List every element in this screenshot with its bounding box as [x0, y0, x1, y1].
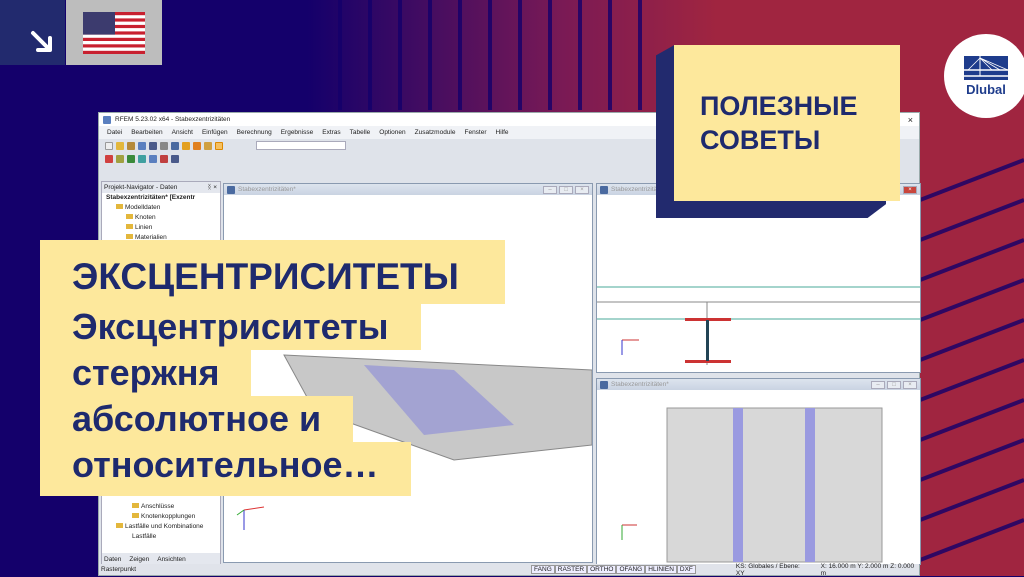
toggle-hlinien[interactable]: HLINIEN	[645, 565, 677, 574]
article-subtitle-line: относительное…	[40, 442, 411, 496]
tree-lastfaelle[interactable]: Lastfälle	[102, 532, 203, 542]
app-icon	[103, 115, 111, 124]
section-canvas	[597, 286, 920, 365]
tip-line-2: СОВЕТЫ	[700, 125, 821, 155]
maximize-button[interactable]: □	[559, 185, 573, 194]
preview-icon[interactable]	[160, 141, 168, 150]
results-icon[interactable]	[204, 141, 212, 150]
dlubal-wordmark: Dlubal	[966, 81, 1006, 97]
article-title-block: ЭКСЦЕНТРИСИТЕТЫ Эксцентриситеты стержня …	[40, 240, 505, 496]
minimize-button[interactable]: –	[543, 185, 557, 194]
display-icon[interactable]	[171, 154, 179, 163]
dlubal-bridge-icon	[964, 55, 1008, 80]
tree-lastfaelle-kombinationen[interactable]: Lastfälle und Kombinatione	[102, 522, 203, 532]
menu-tabelle[interactable]: Tabelle	[350, 129, 371, 136]
tab-daten[interactable]: Daten	[104, 556, 121, 563]
toggle-raster[interactable]: RASTER	[554, 565, 588, 574]
toggle-ortho[interactable]: ORTHO	[587, 565, 617, 574]
menu-fenster[interactable]: Fenster	[464, 129, 486, 136]
navigator-pin-close[interactable]: ᛝ ×	[207, 184, 217, 191]
undo-icon[interactable]	[171, 141, 179, 150]
arrow-down-right-icon	[31, 31, 52, 52]
tree-knoten[interactable]: Knoten	[102, 213, 220, 223]
coordinate-system: KS: Globales / Ebene: XY	[735, 562, 800, 577]
navigator-title: Projekt-Navigator - Daten	[104, 184, 178, 191]
close-window-button[interactable]: ×	[908, 115, 913, 125]
close-button[interactable]: ×	[903, 380, 917, 389]
menu-ergebnisse[interactable]: Ergebnisse	[281, 129, 314, 136]
menu-berechnung[interactable]: Berechnung	[237, 129, 272, 136]
tree-linien[interactable]: Linien	[102, 223, 220, 233]
minimize-button[interactable]: –	[871, 380, 885, 389]
menu-zusatzmodule[interactable]: Zusatzmodule	[415, 129, 456, 136]
cursor-coordinates: X: 16.000 m Y: 2.000 m Z: 0.000 m	[820, 562, 915, 577]
view-icon[interactable]	[215, 141, 223, 150]
menu-bearbeiten[interactable]: Bearbeiten	[131, 129, 162, 136]
article-subtitle-line: стержня	[40, 350, 252, 396]
window-title: RFEM 5.23.02 x64 - Stabexzentrizitäten	[115, 116, 231, 123]
calc-icon[interactable]	[193, 141, 201, 150]
status-text: Rasterpunkt	[101, 566, 137, 573]
node-icon[interactable]	[105, 154, 113, 163]
maximize-button[interactable]: □	[887, 380, 901, 389]
surface-icon[interactable]	[138, 154, 146, 163]
close-button[interactable]: ×	[903, 185, 917, 194]
tree-anschluesse[interactable]: Anschlüsse	[102, 502, 203, 512]
print-icon[interactable]	[127, 141, 135, 150]
menu-optionen[interactable]: Optionen	[379, 129, 405, 136]
view-title: Stabexzentrizitäten*	[611, 381, 669, 388]
member-icon[interactable]	[127, 154, 135, 163]
dlubal-logo[interactable]: Dlubal	[944, 34, 1024, 118]
tip-line-1: ПОЛЕЗНЫЕ	[700, 91, 858, 121]
menu-datei[interactable]: Datei	[107, 129, 122, 136]
language-us-button[interactable]	[66, 0, 162, 65]
loadcase-select[interactable]	[256, 141, 346, 150]
view-top[interactable]: Stabexzentrizitäten* – □ ×	[596, 378, 921, 565]
view-icon	[227, 185, 235, 194]
toggle-fang[interactable]: FANG	[531, 565, 555, 574]
open-icon[interactable]	[116, 141, 124, 150]
view-title: Stabexzentrizitäten*	[238, 186, 296, 193]
article-subtitle-line: Эксцентриситеты	[40, 304, 421, 350]
new-icon[interactable]	[105, 141, 113, 150]
tree-modelldaten[interactable]: Modelldaten	[102, 203, 220, 213]
menu-hilfe[interactable]: Hilfe	[496, 129, 509, 136]
edit-icon[interactable]	[182, 141, 190, 150]
save-as-icon[interactable]	[149, 141, 157, 150]
view-icon	[600, 380, 608, 389]
save-icon[interactable]	[138, 141, 146, 150]
article-subtitle-line: абсолютное и	[40, 396, 354, 442]
tree-knotenkopplungen[interactable]: Knotenkopplungen	[102, 512, 203, 522]
tab-ansichten[interactable]: Ansichten	[157, 556, 186, 563]
menu-ansicht[interactable]: Ansicht	[172, 129, 193, 136]
status-bar: Rasterpunkt FANG RASTER ORTHO OFANG HLIN…	[99, 562, 919, 577]
support-icon[interactable]	[149, 154, 157, 163]
tree-root[interactable]: Stabexzentrizitäten* [Exzentr	[102, 193, 220, 203]
back-arrow-button[interactable]	[0, 0, 65, 65]
top-view-canvas	[621, 407, 883, 563]
menu-extras[interactable]: Extras	[322, 129, 340, 136]
us-flag-icon	[83, 11, 145, 54]
menu-einfuegen[interactable]: Einfügen	[202, 129, 228, 136]
line-icon[interactable]	[116, 154, 124, 163]
article-heading: ЭКСЦЕНТРИСИТЕТЫ	[40, 240, 505, 304]
tab-zeigen[interactable]: Zeigen	[129, 556, 149, 563]
tip-badge: ПОЛЕЗНЫЕ СОВЕТЫ	[674, 45, 900, 201]
view-icon	[600, 185, 608, 194]
load-icon[interactable]	[160, 154, 168, 163]
close-button[interactable]: ×	[575, 185, 589, 194]
toggle-ofang[interactable]: OFANG	[616, 565, 646, 574]
toggle-dxf[interactable]: DXF	[676, 565, 696, 574]
